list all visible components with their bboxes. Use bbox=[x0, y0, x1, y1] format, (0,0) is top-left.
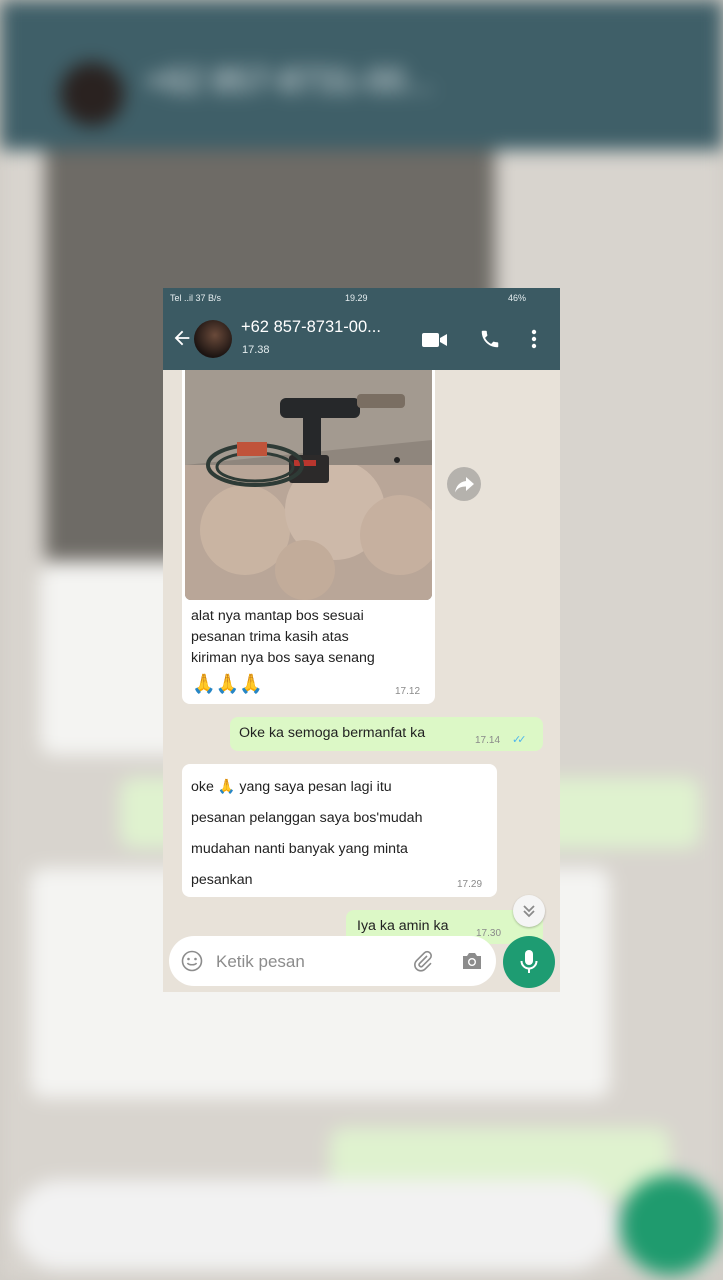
message-line: kiriman nya bos saya senang bbox=[191, 650, 375, 666]
message-line: pesanan trima kasih atas bbox=[191, 629, 349, 645]
more-vert-icon[interactable] bbox=[528, 328, 540, 350]
back-arrow-icon[interactable] bbox=[171, 327, 193, 349]
message-time: 17.14 bbox=[475, 735, 501, 746]
video-call-icon[interactable] bbox=[421, 330, 449, 350]
message-line: pesanan pelanggan saya bos'mudah bbox=[191, 810, 423, 826]
status-time: 19.29 bbox=[345, 293, 368, 303]
emoji-icon[interactable] bbox=[181, 950, 203, 972]
last-seen: 17.38 bbox=[242, 344, 270, 356]
message-line: pesankan bbox=[191, 872, 253, 888]
message-text: oke 🙏 yang saya pesan lagi itu pesanan p… bbox=[191, 772, 491, 896]
chat-header: +62 857-8731-00... 17.38 bbox=[163, 308, 560, 370]
message-line: alat nya mantap bos sesuai bbox=[191, 608, 364, 624]
incoming-image-message[interactable]: alat nya mantap bos sesuai pesanan trima… bbox=[182, 370, 435, 704]
emoji-praying-hands: 🙏🙏🙏 bbox=[192, 674, 263, 695]
bg-contact-name: +62 857-8731-00... bbox=[145, 62, 434, 100]
message-time: 17.29 bbox=[457, 879, 483, 890]
camera-icon[interactable] bbox=[460, 950, 484, 972]
message-text: Oke ka semoga bermanfat ka bbox=[239, 725, 426, 741]
mic-icon bbox=[520, 950, 538, 973]
incoming-message[interactable]: oke 🙏 yang saya pesan lagi itu pesanan p… bbox=[182, 764, 497, 897]
mic-button[interactable] bbox=[503, 936, 555, 988]
message-input-bar[interactable]: Ketik pesan bbox=[169, 936, 496, 986]
message-photo[interactable] bbox=[185, 370, 432, 600]
message-time: 17.12 bbox=[395, 686, 421, 697]
avatar[interactable] bbox=[194, 320, 232, 358]
message-line: mudahan nanti banyak yang minta bbox=[191, 841, 408, 857]
phone-icon[interactable] bbox=[479, 328, 501, 350]
message-text: Iya ka amin ka bbox=[357, 918, 449, 934]
outgoing-message[interactable]: Oke ka semoga bermanfat ka 17.14 ✓✓ bbox=[230, 717, 543, 751]
bg-input-bar bbox=[15, 1180, 615, 1270]
chat-screen: Tel ..il 37 B/s 19.29 46% +62 857-8731-0… bbox=[163, 288, 560, 992]
status-bar: Tel ..il 37 B/s 19.29 46% bbox=[163, 288, 560, 308]
bg-avatar bbox=[60, 62, 124, 126]
message-input[interactable]: Ketik pesan bbox=[216, 952, 305, 972]
status-battery: 46% bbox=[508, 293, 527, 303]
read-ticks-icon: ✓✓ bbox=[512, 734, 527, 746]
attach-icon[interactable] bbox=[412, 950, 434, 972]
message-line: oke 🙏 yang saya pesan lagi itu bbox=[191, 779, 392, 795]
scroll-down-icon bbox=[523, 905, 535, 918]
forward-icon[interactable] bbox=[447, 467, 481, 501]
contact-name[interactable]: +62 857-8731-00... bbox=[241, 318, 381, 337]
photo-content bbox=[185, 370, 432, 600]
scroll-down-button[interactable] bbox=[513, 895, 545, 927]
bg-mic-button bbox=[620, 1175, 720, 1275]
status-signal: Tel ..il 37 B/s bbox=[170, 293, 222, 303]
message-text: alat nya mantap bos sesuai pesanan trima… bbox=[191, 606, 431, 669]
